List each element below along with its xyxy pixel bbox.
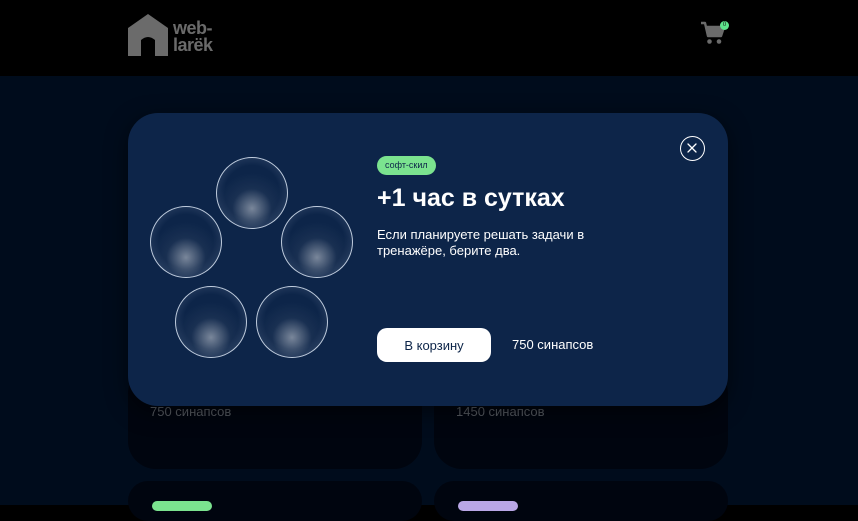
card-category-badge [458, 501, 518, 511]
house-logo-icon [128, 14, 168, 56]
cart-button[interactable]: 0 [700, 20, 730, 50]
card-price: 750 синапсов [150, 404, 232, 419]
close-icon [687, 143, 697, 153]
card-category-badge [152, 501, 212, 511]
category-badge: софт-скил [377, 156, 436, 175]
site-header: web- larëk 0 [0, 0, 858, 76]
bubble-image-part [175, 286, 247, 358]
logo[interactable]: web- larëk [128, 14, 224, 58]
product-card[interactable] [128, 481, 422, 521]
logo-text: web- larëk [173, 18, 213, 55]
product-modal: софт-скил +1 час в сутках Если планирует… [128, 113, 728, 406]
product-title: +1 час в сутках [377, 184, 565, 212]
card-price: 1450 синапсов [456, 404, 545, 419]
product-price: 750 синапсов [512, 337, 594, 352]
close-button[interactable] [680, 136, 705, 161]
add-to-cart-button[interactable]: В корзину [377, 328, 491, 362]
product-description: Если планируете решать задачи в тренажёр… [377, 227, 585, 258]
bubble-image-part [216, 157, 288, 229]
bubble-image-part [150, 206, 222, 278]
product-image [146, 153, 360, 367]
bubble-image-part [281, 206, 353, 278]
product-card[interactable] [434, 481, 728, 521]
cart-counter-badge: 0 [720, 21, 729, 30]
bubble-image-part [256, 286, 328, 358]
